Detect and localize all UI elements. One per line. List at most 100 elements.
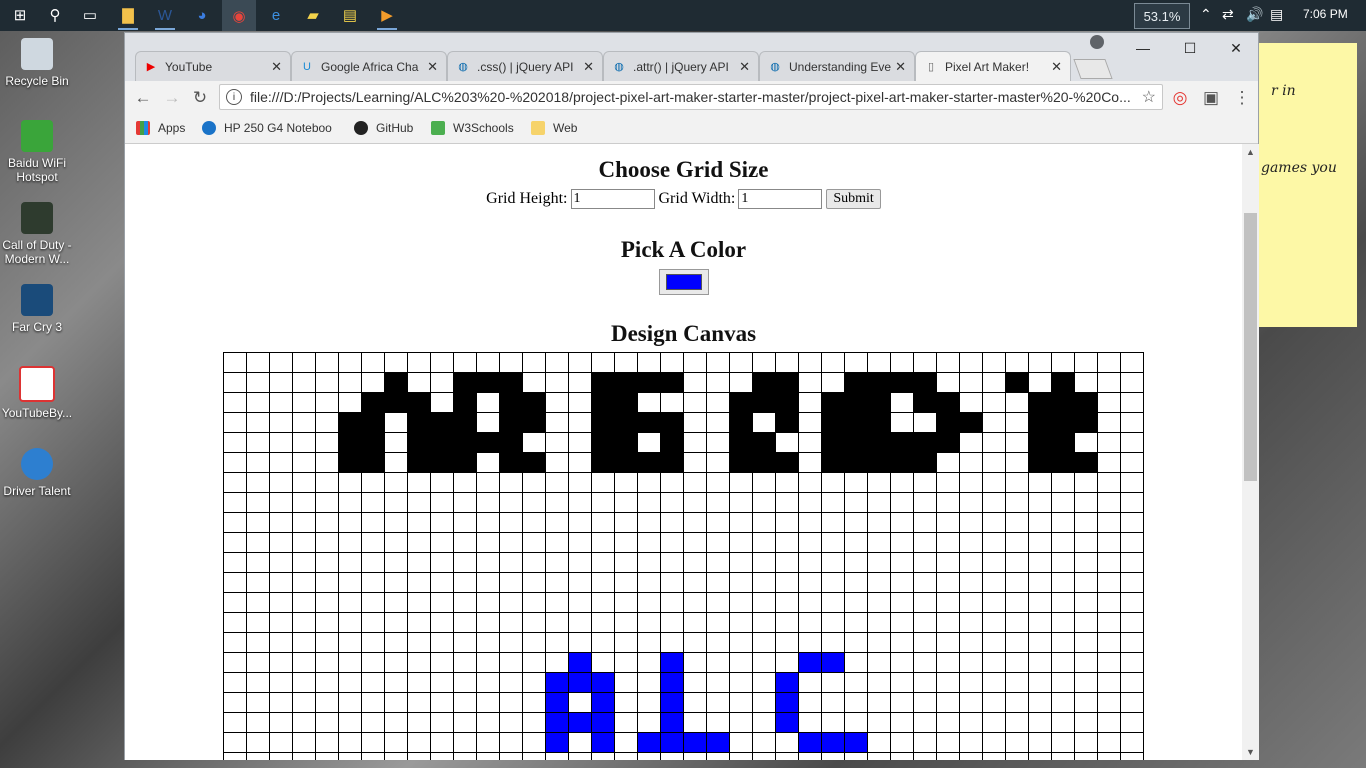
pixel-cell[interactable] (982, 672, 1006, 693)
pixel-cell[interactable] (729, 672, 753, 693)
pixel-cell[interactable] (706, 712, 730, 733)
pixel-cell[interactable] (821, 712, 845, 733)
pixel-cell[interactable] (568, 492, 592, 513)
pixel-cell[interactable] (729, 372, 753, 393)
pixel-cell[interactable] (637, 612, 661, 633)
pixel-cell[interactable] (1051, 412, 1075, 433)
pixel-cell[interactable] (1120, 392, 1144, 413)
pixel-cell[interactable] (1074, 732, 1098, 753)
pixel-cell[interactable] (522, 452, 546, 473)
pixel-cell[interactable] (545, 752, 569, 760)
pixel-cell[interactable] (545, 692, 569, 713)
pixel-cell[interactable] (660, 552, 684, 573)
pixel-cell[interactable] (844, 652, 868, 673)
pixel-cell[interactable] (1005, 572, 1029, 593)
pixel-cell[interactable] (338, 472, 362, 493)
pixel-cell[interactable] (522, 432, 546, 453)
pixel-cell[interactable] (683, 432, 707, 453)
pixel-cell[interactable] (637, 372, 661, 393)
pixel-cell[interactable] (959, 512, 983, 533)
pixel-cell[interactable] (246, 492, 270, 513)
close-icon[interactable]: ✕ (895, 59, 906, 75)
chrome-icon[interactable]: ◉ (222, 0, 256, 35)
pixel-cell[interactable] (683, 752, 707, 760)
pixel-cell[interactable] (269, 532, 293, 553)
pixel-cell[interactable] (1120, 492, 1144, 513)
pixel-cell[interactable] (637, 712, 661, 733)
pixel-cell[interactable] (591, 732, 615, 753)
pixel-cell[interactable] (246, 352, 270, 373)
extension-icon[interactable]: ▣ (1201, 88, 1221, 108)
pixel-cell[interactable] (384, 572, 408, 593)
pixel-cell[interactable] (1028, 392, 1052, 413)
pixel-cell[interactable] (844, 712, 868, 733)
pixel-cell[interactable] (1074, 672, 1098, 693)
pixel-cell[interactable] (246, 432, 270, 453)
pixel-cell[interactable] (752, 412, 776, 433)
pixel-cell[interactable] (614, 552, 638, 573)
pixel-cell[interactable] (614, 652, 638, 673)
pixel-cell[interactable] (361, 732, 385, 753)
pixel-cell[interactable] (1028, 412, 1052, 433)
pixel-cell[interactable] (614, 752, 638, 760)
pixel-cell[interactable] (384, 512, 408, 533)
notification-icon[interactable]: ▤ (1270, 6, 1283, 23)
pixel-cell[interactable] (568, 692, 592, 713)
pixel-cell[interactable] (338, 412, 362, 433)
pixel-cell[interactable] (614, 672, 638, 693)
pixel-cell[interactable] (890, 532, 914, 553)
grammarly-icon[interactable]: ◎ (1170, 88, 1190, 108)
pixel-cell[interactable] (706, 612, 730, 633)
profile-icon[interactable] (1090, 35, 1104, 49)
pixel-cell[interactable] (338, 452, 362, 473)
pixel-cell[interactable] (1028, 472, 1052, 493)
pixel-cell[interactable] (1120, 452, 1144, 473)
pixel-cell[interactable] (476, 392, 500, 413)
pixel-cell[interactable] (959, 692, 983, 713)
pixel-cell[interactable] (729, 752, 753, 760)
pixel-cell[interactable] (407, 692, 431, 713)
pixel-cell[interactable] (844, 592, 868, 613)
pixel-cell[interactable] (798, 452, 822, 473)
pixel-cell[interactable] (545, 572, 569, 593)
pixel-cell[interactable] (890, 712, 914, 733)
pixel-cell[interactable] (1028, 732, 1052, 753)
pixel-cell[interactable] (959, 592, 983, 613)
sticky-note[interactable]: r in games you (1258, 43, 1357, 327)
pixel-cell[interactable] (292, 532, 316, 553)
bookmark-hp[interactable]: HP 250 G4 Noteboo (202, 121, 332, 135)
grid-height-input[interactable] (570, 189, 655, 209)
pixel-cell[interactable] (913, 492, 937, 513)
bookmark-github[interactable]: GitHub (354, 121, 413, 135)
pixel-cell[interactable] (292, 372, 316, 393)
pixel-cell[interactable] (269, 512, 293, 533)
tab-jquery-attr[interactable]: ◍ .attr() | jQuery API ✕ (603, 51, 759, 81)
pixel-cell[interactable] (683, 392, 707, 413)
pixel-cell[interactable] (1051, 372, 1075, 393)
pixel-cell[interactable] (384, 712, 408, 733)
pixel-cell[interactable] (522, 572, 546, 593)
pixel-cell[interactable] (315, 492, 339, 513)
pixel-cell[interactable] (476, 532, 500, 553)
pixel-cell[interactable] (1120, 592, 1144, 613)
pixel-cell[interactable] (568, 472, 592, 493)
pixel-cell[interactable] (453, 352, 477, 373)
pixel-cell[interactable] (959, 652, 983, 673)
pixel-cell[interactable] (407, 352, 431, 373)
pixel-cell[interactable] (729, 432, 753, 453)
pixel-cell[interactable] (614, 492, 638, 513)
pixel-cell[interactable] (637, 592, 661, 613)
pixel-cell[interactable] (729, 352, 753, 373)
pixel-cell[interactable] (982, 592, 1006, 613)
pixel-cell[interactable] (1097, 372, 1121, 393)
pixel-cell[interactable] (959, 612, 983, 633)
pixel-cell[interactable] (338, 392, 362, 413)
pixel-cell[interactable] (499, 612, 523, 633)
pixel-cell[interactable] (913, 512, 937, 533)
pixel-cell[interactable] (1028, 372, 1052, 393)
pixel-cell[interactable] (729, 512, 753, 533)
pixel-cell[interactable] (1120, 432, 1144, 453)
pixel-cell[interactable] (568, 572, 592, 593)
pixel-cell[interactable] (1074, 432, 1098, 453)
pixel-cell[interactable] (591, 672, 615, 693)
